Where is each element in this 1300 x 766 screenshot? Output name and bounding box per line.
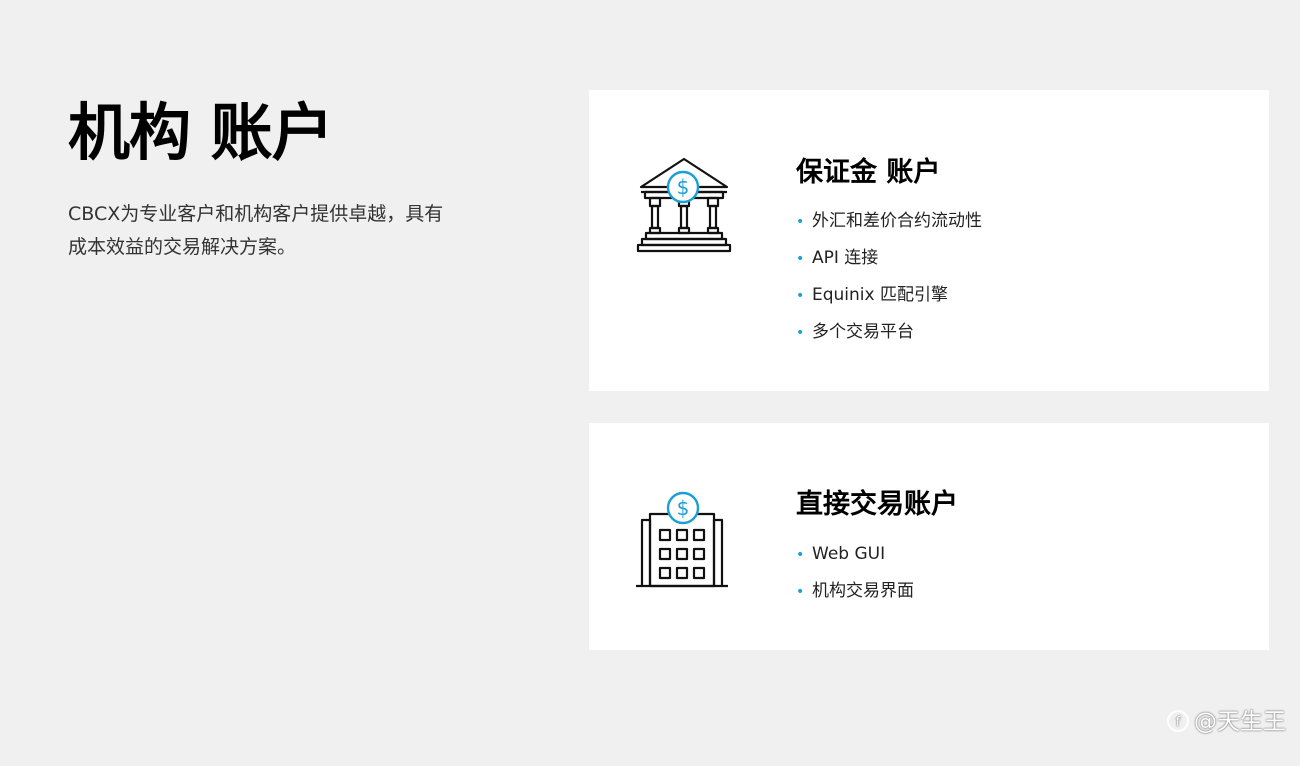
list-item: • Web GUI — [796, 541, 914, 578]
office-building-dollar-icon: $ — [636, 491, 728, 588]
bullet-icon: • — [796, 584, 805, 600]
bullet-icon: • — [796, 251, 805, 267]
page-title: 机构 账户 — [68, 96, 334, 169]
bullet-icon: • — [796, 214, 805, 230]
list-item: • API 连接 — [796, 245, 982, 282]
watermark-text: @天生王 — [1194, 709, 1286, 735]
zhihu-logo-icon: f — [1167, 710, 1189, 732]
margin-account-features: • 外汇和差价合约流动性 • API 连接 • Equinix 匹配引擎 • 多个交易平… — [796, 208, 982, 356]
direct-trading-account-features: • Web GUI • 机构交易界面 — [796, 541, 914, 615]
bank-dollar-icon: $ — [636, 157, 732, 253]
direct-trading-account-title: 直接交易账户 — [796, 489, 958, 520]
intro-description: CBCX为专业客户和机构客户提供卓越，具有成本效益的交易解决方案。 — [68, 203, 444, 258]
bullet-icon: • — [796, 288, 805, 304]
intro-section: 机构 账户 CBCX为专业客户和机构客户提供卓越，具有成本效益的交易解决方案。 — [68, 92, 458, 264]
list-item: • Equinix 匹配引擎 — [796, 282, 982, 319]
watermark: f @天生王 — [1166, 702, 1286, 736]
margin-account-title: 保证金 账户 — [796, 157, 941, 188]
bullet-icon: • — [796, 547, 805, 563]
svg-text:f: f — [1176, 715, 1181, 730]
svg-text:$: $ — [677, 175, 690, 199]
bullet-icon: • — [796, 325, 805, 341]
list-item: • 多个交易平台 — [796, 319, 982, 356]
list-item: • 机构交易界面 — [796, 578, 914, 615]
list-item: • 外汇和差价合约流动性 — [796, 208, 982, 245]
svg-text:$: $ — [677, 496, 690, 520]
